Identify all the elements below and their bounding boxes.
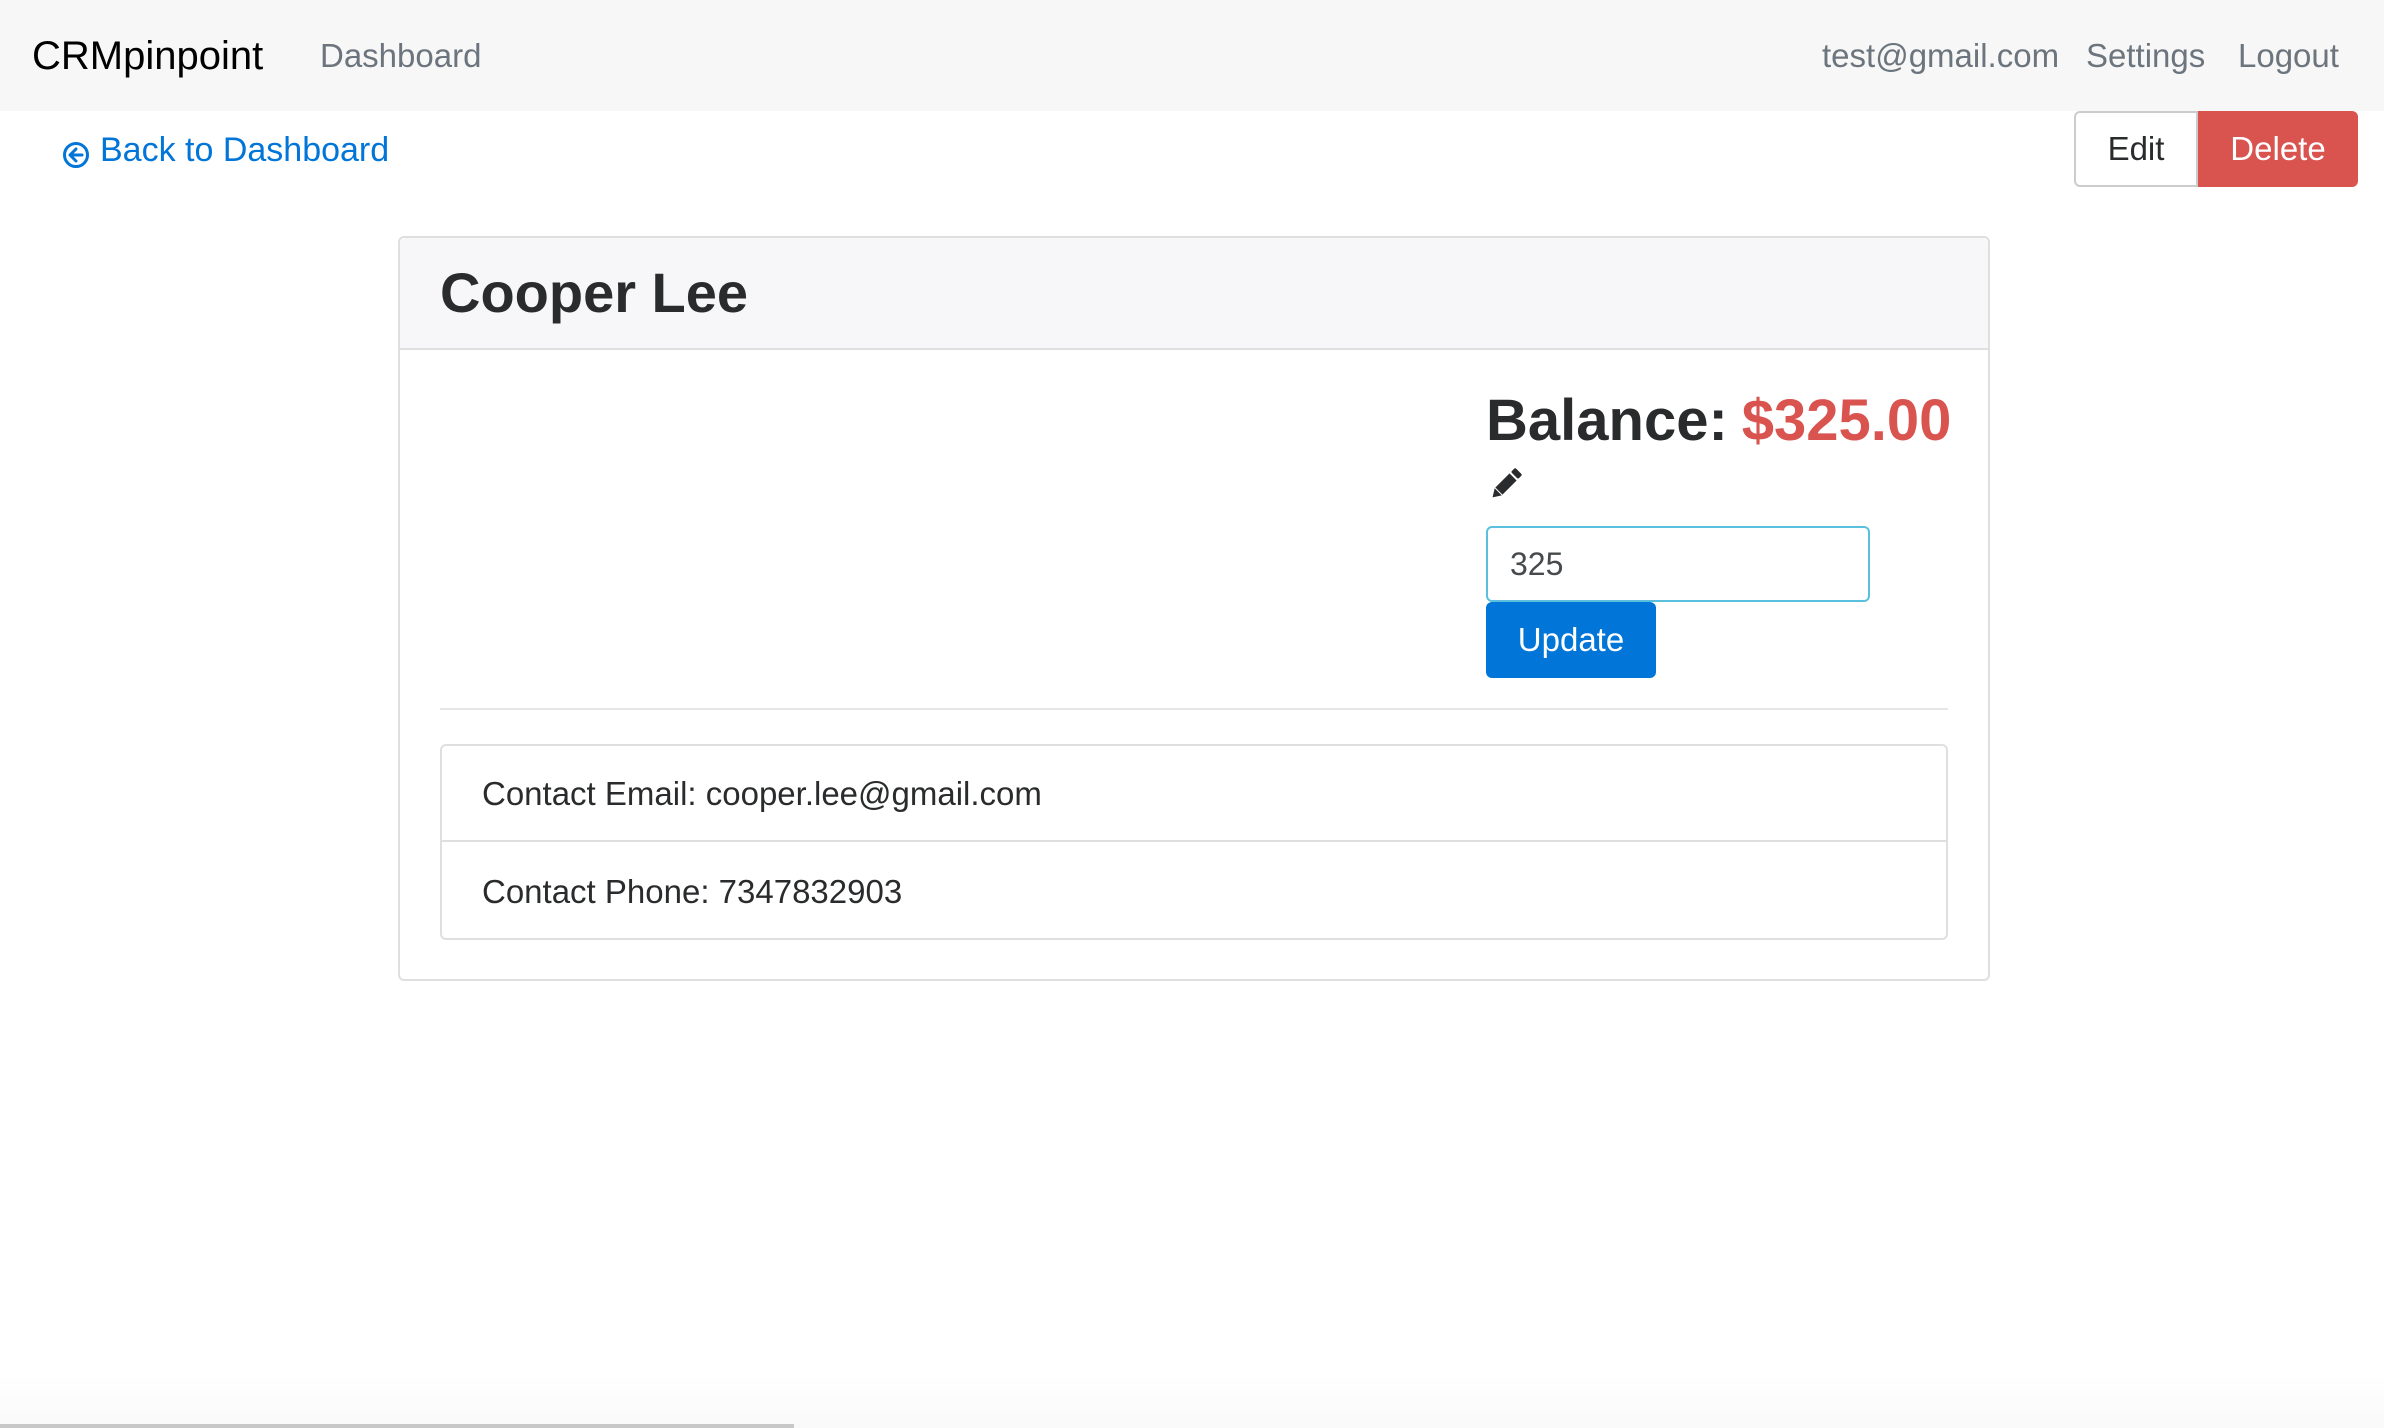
back-to-dashboard-label: Back to Dashboard	[100, 131, 390, 169]
brand-logo[interactable]: CRMpinpoint	[32, 28, 263, 84]
pencil-icon[interactable]	[1486, 464, 1526, 504]
nav-dashboard-link[interactable]: Dashboard	[320, 34, 481, 78]
card-header: Cooper Lee	[400, 238, 1988, 350]
section-divider	[440, 708, 1948, 710]
horizontal-scrollbar[interactable]	[0, 1424, 794, 1428]
arrow-circle-left-icon	[62, 136, 90, 168]
balance-amount: $325.00	[1741, 388, 1952, 453]
nav-logout-link[interactable]: Logout	[2238, 34, 2339, 78]
balance-heading: Balance: $325.00	[1486, 386, 1951, 456]
delete-button[interactable]: Delete	[2198, 111, 2358, 187]
top-navbar: CRMpinpoint Dashboard test@gmail.com Set…	[0, 0, 2384, 111]
contact-list: Contact Email: cooper.lee@gmail.com Cont…	[440, 744, 1948, 940]
customer-card: Cooper Lee Balance:$325.00 Update Contac…	[398, 236, 1990, 981]
customer-name: Cooper Lee	[440, 261, 749, 324]
edit-button[interactable]: Edit	[2074, 111, 2198, 187]
nav-user-email[interactable]: test@gmail.com	[1822, 34, 2059, 78]
update-button[interactable]: Update	[1486, 602, 1656, 678]
nav-settings-link[interactable]: Settings	[2086, 34, 2205, 78]
contact-email: Contact Email: cooper.lee@gmail.com	[442, 746, 1946, 842]
contact-phone: Contact Phone: 7347832903	[482, 873, 903, 910]
balance-label: Balance:	[1486, 388, 1728, 453]
back-to-dashboard-link[interactable]: Back to Dashboard	[62, 128, 389, 172]
balance-input[interactable]	[1486, 526, 1870, 602]
page-bottom-fade	[0, 1376, 2384, 1428]
